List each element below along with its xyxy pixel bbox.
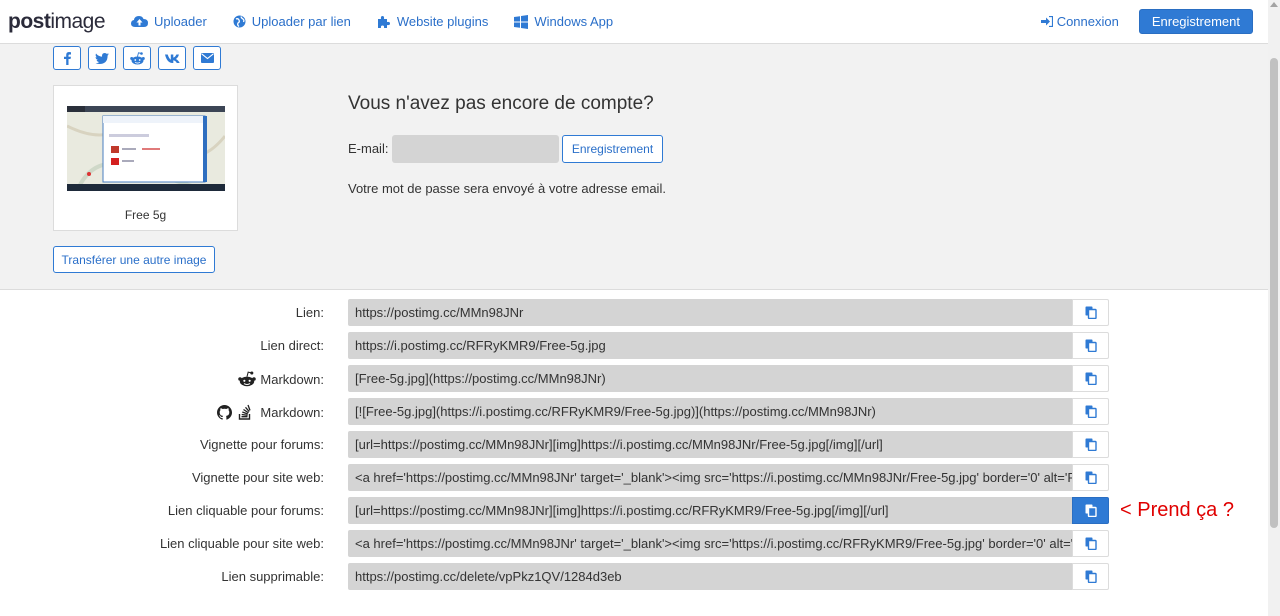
copy-button[interactable] — [1072, 563, 1109, 590]
copy-button[interactable] — [1072, 365, 1109, 392]
cloud-upload-icon — [131, 16, 149, 27]
nav-uploader[interactable]: Uploader — [131, 14, 207, 29]
link-row-vignette-forums: Vignette pour forums: [url=https://posti… — [0, 431, 1268, 458]
copy-icon — [1085, 372, 1097, 385]
link-field[interactable]: [url=https://postimg.cc/MMn98JNr][img]ht… — [348, 431, 1072, 458]
copy-button[interactable] — [1072, 398, 1109, 425]
share-vk-button[interactable] — [158, 46, 186, 70]
copy-icon — [1085, 504, 1097, 517]
nav-website-plugins-label: Website plugins — [396, 14, 489, 29]
share-facebook-button[interactable] — [53, 46, 81, 70]
nav-website-plugins[interactable]: Website plugins — [377, 14, 489, 29]
reddit-icon — [238, 371, 257, 387]
copy-icon — [1085, 339, 1097, 352]
scrollbar-thumb[interactable] — [1270, 58, 1278, 528]
link-label: Vignette pour forums: — [199, 437, 324, 452]
email-icon — [200, 53, 214, 63]
link-field[interactable]: [![Free-5g.jpg](https://i.postimg.cc/RFR… — [348, 398, 1072, 425]
thumbnail-image — [67, 106, 225, 191]
share-reddit-button[interactable] — [123, 46, 151, 70]
copy-icon — [1085, 438, 1097, 451]
link-label: Lien direct: — [260, 338, 324, 353]
facebook-icon — [63, 51, 71, 65]
link-row-lien: Lien: https://postimg.cc/MMn98JNr — [0, 299, 1268, 326]
link-field[interactable]: <a href='https://postimg.cc/MMn98JNr' ta… — [348, 464, 1072, 491]
link-field[interactable]: https://postimg.cc/MMn98JNr — [348, 299, 1072, 326]
share-links-section: Lien: https://postimg.cc/MMn98JNr Lien d… — [0, 290, 1268, 616]
copy-icon — [1085, 471, 1097, 484]
link-row-lien-cliquable-site-web: Lien cliquable pour site web: <a href='h… — [0, 530, 1268, 557]
vk-icon — [164, 54, 180, 63]
nav-uploader-par-lien[interactable]: Uploader par lien — [233, 14, 351, 29]
puzzle-icon — [377, 15, 390, 28]
copy-button[interactable] — [1072, 431, 1109, 458]
uploaded-image-card: Free 5g — [53, 85, 238, 231]
link-row-markdown-github: Markdown: [![Free-5g.jpg](https://i.post… — [0, 398, 1268, 425]
link-label: Lien cliquable pour site web: — [159, 536, 324, 551]
link-label: Vignette pour site web: — [191, 470, 324, 485]
upload-result-panel: Free 5g Transférer une autre image Vous … — [0, 44, 1268, 290]
red-annotation-text: < Prend ça ? — [1120, 499, 1234, 521]
copy-icon — [1085, 537, 1097, 550]
share-buttons — [53, 46, 228, 70]
link-row-lien-cliquable-forums: Lien cliquable pour forums: [url=https:/… — [0, 497, 1268, 524]
link-label: Markdown: — [238, 371, 324, 387]
globe-icon — [233, 15, 246, 28]
nav-uploader-par-lien-label: Uploader par lien — [251, 14, 351, 29]
email-label: E-mail: — [348, 141, 389, 156]
copy-button[interactable] — [1072, 530, 1109, 557]
register-button[interactable]: Enregistrement — [562, 135, 663, 163]
logo-part1: post — [8, 9, 51, 33]
github-icon — [217, 404, 233, 420]
copy-button-active[interactable] — [1072, 497, 1109, 524]
uploaded-image-thumbnail[interactable] — [67, 106, 225, 191]
scroll-up-arrow-icon[interactable] — [1270, 2, 1278, 7]
link-label: Lien supprimable: — [221, 569, 324, 584]
link-field[interactable]: [Free-5g.jpg](https://postimg.cc/MMn98JN… — [348, 365, 1072, 392]
link-row-vignette-site-web: Vignette pour site web: <a href='https:/… — [0, 464, 1268, 491]
login-label: Connexion — [1056, 14, 1119, 29]
sign-in-icon — [1040, 16, 1053, 27]
share-email-button[interactable] — [193, 46, 221, 70]
login-link[interactable]: Connexion — [1040, 14, 1119, 29]
email-input[interactable] — [392, 135, 559, 163]
copy-icon — [1085, 405, 1097, 418]
transfer-another-image-button[interactable]: Transférer une autre image — [53, 246, 215, 273]
top-navbar: postimage Uploader Uploader par lien Web… — [0, 0, 1268, 44]
password-note: Votre mot de passe sera envoyé à votre a… — [348, 181, 666, 196]
logo-part2: image — [50, 9, 106, 33]
image-caption: Free 5g — [124, 208, 167, 222]
link-row-lien-supprimable: Lien supprimable: https://postimg.cc/del… — [0, 563, 1268, 590]
copy-icon — [1085, 306, 1097, 319]
link-field[interactable]: https://postimg.cc/delete/vpPkz1QV/1284d… — [348, 563, 1072, 590]
postimage-logo[interactable]: postimage — [8, 9, 106, 34]
copy-button[interactable] — [1072, 299, 1109, 326]
stackoverflow-icon — [239, 404, 252, 420]
reddit-icon — [129, 51, 145, 64]
no-account-title: Vous n'avez pas encore de compte? — [348, 93, 654, 114]
twitter-icon — [95, 52, 109, 64]
copy-button[interactable] — [1072, 464, 1109, 491]
link-row-lien-direct: Lien direct: https://i.postimg.cc/RFRyKM… — [0, 332, 1268, 359]
copy-icon — [1085, 570, 1097, 583]
link-row-markdown-reddit: Markdown: [Free-5g.jpg](https://postimg.… — [0, 365, 1268, 392]
link-field[interactable]: https://i.postimg.cc/RFRyKMR9/Free-5g.jp… — [348, 332, 1072, 359]
share-twitter-button[interactable] — [88, 46, 116, 70]
link-field[interactable]: [url=https://postimg.cc/MMn98JNr][img]ht… — [348, 497, 1072, 524]
link-field[interactable]: <a href='https://postimg.cc/MMn98JNr' ta… — [348, 530, 1072, 557]
register-header-button[interactable]: Enregistrement — [1138, 9, 1253, 34]
link-label: Markdown: — [217, 404, 324, 420]
vertical-scrollbar[interactable] — [1268, 0, 1280, 616]
link-label: Lien cliquable pour forums: — [167, 503, 324, 518]
nav-uploader-label: Uploader — [154, 14, 207, 29]
nav-windows-app[interactable]: Windows App — [514, 14, 613, 29]
copy-button[interactable] — [1072, 332, 1109, 359]
windows-icon — [514, 14, 529, 29]
nav-windows-app-label: Windows App — [534, 14, 614, 29]
link-label: Lien: — [295, 305, 324, 320]
